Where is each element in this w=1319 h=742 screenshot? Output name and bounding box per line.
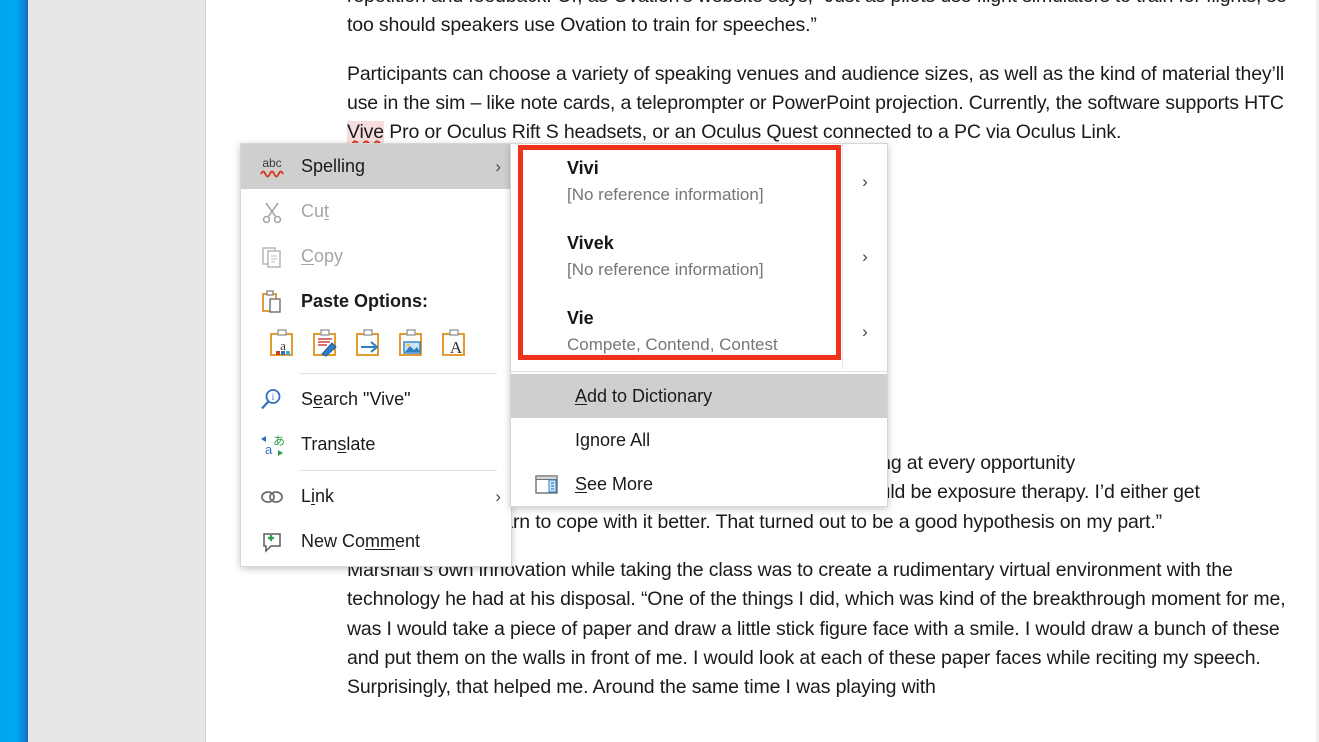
submenu-item-label: Add to Dictionary bbox=[575, 385, 713, 406]
suggestion-item-vivek[interactable]: Vivek [No reference information] › bbox=[511, 219, 887, 294]
menu-item-label: Copy bbox=[301, 246, 344, 266]
spelling-abc-icon: abc bbox=[255, 152, 289, 182]
spacer-icon bbox=[529, 426, 563, 454]
comment-plus-icon bbox=[255, 527, 289, 557]
suggestion-item-vie[interactable]: Vie Compete, Contend, Contest › bbox=[511, 294, 887, 369]
chevron-right-icon: › bbox=[495, 157, 501, 176]
paste-options-button-row: a A bbox=[241, 324, 511, 370]
svg-text:a: a bbox=[265, 442, 273, 457]
paragraph-text-before-selection: Participants can choose a variety of spe… bbox=[347, 62, 1285, 114]
paragraph-participants: Participants can choose a variety of spe… bbox=[347, 60, 1287, 148]
menu-item-label: New Comment bbox=[301, 531, 421, 551]
spelling-suggestions-submenu: Vivi [No reference information] › Vivek … bbox=[510, 143, 888, 507]
menu-item-translate[interactable]: a あ Translate bbox=[241, 422, 511, 467]
suggestion-text-group: Vie Compete, Contend, Contest bbox=[511, 294, 842, 369]
translate-icon: a あ bbox=[255, 430, 289, 460]
menu-item-label: Link bbox=[301, 486, 335, 506]
suggestion-meaning: [No reference information] bbox=[567, 260, 764, 279]
menu-item-copy[interactable]: Copy bbox=[241, 234, 511, 279]
submenu-item-see-more[interactable]: See More bbox=[511, 462, 887, 506]
menu-item-new-comment[interactable]: New Comment bbox=[241, 519, 511, 564]
search-magnifier-info-icon: i bbox=[255, 385, 289, 415]
menu-item-cut[interactable]: Cut bbox=[241, 189, 511, 234]
suggestion-word: Vivi bbox=[567, 158, 599, 178]
paragraph-text-after-selection: Pro or Oculus Rift S headsets, or an Ocu… bbox=[383, 121, 1122, 144]
app-left-accent-strip bbox=[0, 0, 28, 742]
context-menu: abc Spelling › Cut Copy Paste Options: a… bbox=[240, 143, 512, 567]
menu-item-spelling[interactable]: abc Spelling › bbox=[241, 144, 511, 189]
submenu-item-label: Ignore All bbox=[575, 429, 651, 450]
svg-text:i: i bbox=[272, 392, 275, 402]
paragraph-ovation-quote: repetition and feedback. Or, as Ovation'… bbox=[347, 0, 1287, 41]
submenu-item-label: See More bbox=[575, 473, 654, 494]
suggestion-meaning: Compete, Contend, Contest bbox=[567, 335, 778, 354]
submenu-item-ignore-all[interactable]: Ignore All bbox=[511, 418, 887, 462]
menu-item-label: Spelling bbox=[301, 156, 366, 176]
document-left-gutter bbox=[28, 0, 206, 742]
submenu-divider bbox=[511, 371, 887, 372]
paste-keep-source-formatting-icon[interactable]: a bbox=[265, 326, 301, 360]
suggestion-word: Vivek bbox=[567, 233, 614, 253]
menu-item-link[interactable]: Link › bbox=[241, 474, 511, 519]
paste-picture-icon[interactable] bbox=[394, 326, 430, 360]
submenu-item-add-to-dictionary[interactable]: Add to Dictionary bbox=[511, 374, 887, 418]
paste-options-label: Paste Options: bbox=[301, 291, 429, 311]
see-more-panel-icon bbox=[529, 470, 563, 498]
svg-text:あ: あ bbox=[273, 434, 285, 448]
clipboard-icon bbox=[255, 287, 289, 317]
spacer-icon bbox=[529, 382, 563, 410]
scissors-icon bbox=[255, 197, 289, 227]
chevron-right-icon[interactable]: › bbox=[842, 294, 887, 369]
copy-pages-icon bbox=[255, 242, 289, 272]
suggestion-meaning: [No reference information] bbox=[567, 185, 764, 204]
paste-link-arrow-icon[interactable] bbox=[351, 326, 387, 360]
selected-misspelled-word[interactable]: Vive bbox=[347, 121, 384, 144]
chevron-right-icon[interactable]: › bbox=[842, 144, 887, 219]
menu-item-search[interactable]: i Search "Vive" bbox=[241, 377, 511, 422]
chain-link-icon bbox=[255, 482, 289, 512]
menu-item-label: Search "Vive" bbox=[301, 389, 411, 409]
svg-text:A: A bbox=[450, 338, 463, 357]
paragraph-marshall-innovation: Marshall’s own innovation while taking t… bbox=[347, 556, 1287, 702]
paste-keep-text-only-icon[interactable]: A bbox=[437, 326, 473, 360]
paste-merge-formatting-icon[interactable] bbox=[308, 326, 344, 360]
suggestion-text-group: Vivek [No reference information] bbox=[511, 219, 842, 294]
menu-divider bbox=[299, 470, 497, 471]
paste-options-header: Paste Options: bbox=[241, 279, 511, 324]
menu-divider bbox=[299, 373, 497, 374]
menu-item-label: Cut bbox=[301, 201, 330, 221]
svg-text:a: a bbox=[280, 338, 286, 353]
chevron-right-icon: › bbox=[495, 487, 501, 506]
paragraph-line: repetition and feedback. Or, as Ovation'… bbox=[347, 0, 1201, 7]
menu-item-label: Translate bbox=[301, 434, 376, 454]
suggestion-item-vivi[interactable]: Vivi [No reference information] › bbox=[511, 144, 887, 219]
svg-text:abc: abc bbox=[262, 156, 281, 170]
chevron-right-icon[interactable]: › bbox=[842, 219, 887, 294]
suggestion-text-group: Vivi [No reference information] bbox=[511, 144, 842, 219]
suggestion-word: Vie bbox=[567, 308, 594, 328]
